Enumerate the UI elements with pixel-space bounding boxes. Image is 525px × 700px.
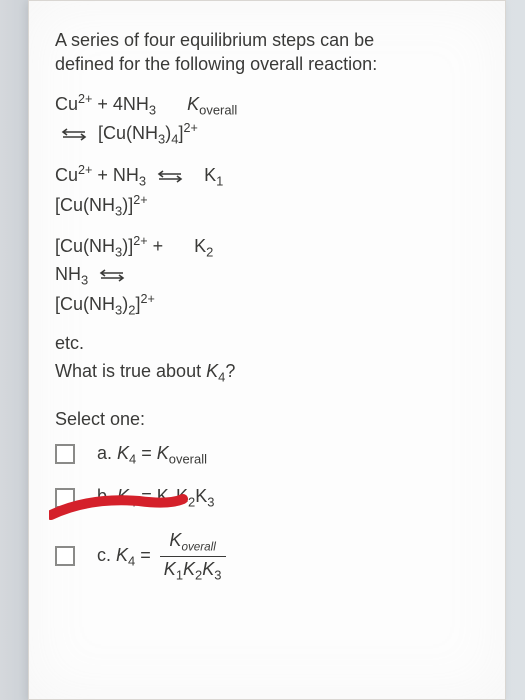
step2-k-label: K2 (194, 235, 213, 261)
checkbox-a[interactable] (55, 444, 75, 464)
option-c-fraction: Koverall K1K2K3 (160, 529, 226, 584)
intro-line-1: A series of four equilibrium steps can b… (55, 29, 479, 53)
option-c[interactable]: c. K4 = Koverall K1K2K3 (55, 529, 479, 584)
reaction-overall: Cu2+ + 4NH3 Koverall [Cu(NH3)4]2+ (55, 91, 479, 148)
intro-text: A series of four equilibrium steps can b… (55, 29, 479, 77)
intro-line-2: defined for the following overall reacti… (55, 53, 479, 77)
reaction-step-2: [Cu(NH3)]2+ + K2 NH3 [Cu(NH3)2]2+ (55, 233, 479, 318)
step2-lhs-line1: [Cu(NH3)]2+ + (55, 236, 163, 256)
question-k: K (206, 361, 218, 381)
overall-lhs: Cu2+ + 4NH3 (55, 94, 156, 114)
question-text: What is true about K4? (55, 360, 479, 386)
select-one-label: Select one: (55, 408, 479, 432)
question-prefix: What is true about (55, 361, 206, 381)
option-b-text: b. K4 = K1K2K3 (97, 485, 214, 511)
question-card: A series of four equilibrium steps can b… (28, 0, 506, 700)
question-suffix: ? (225, 361, 235, 381)
step1-lhs: Cu2+ + NH3 (55, 165, 146, 185)
step1-k-label: K1 (204, 164, 223, 190)
option-b[interactable]: b. K4 = K1K2K3 (55, 485, 479, 511)
checkbox-b[interactable] (55, 488, 75, 508)
step1-rhs: [Cu(NH3)]2+ (55, 195, 148, 215)
etc-text: etc. (55, 332, 479, 356)
option-a-text: a. K4 = Koverall (97, 442, 207, 468)
step2-lhs-line2: NH3 (55, 264, 88, 284)
equilibrium-arrow-icon (97, 267, 127, 283)
equilibrium-arrow-icon (59, 126, 89, 142)
option-a[interactable]: a. K4 = Koverall (55, 442, 479, 468)
checkbox-c[interactable] (55, 546, 75, 566)
overall-k-label: Koverall (187, 93, 237, 119)
reaction-step-1: Cu2+ + NH3 K1 [Cu(NH3)]2+ (55, 162, 479, 219)
equilibrium-arrow-icon (155, 168, 185, 184)
step2-rhs: [Cu(NH3)2]2+ (55, 294, 155, 314)
option-c-text: c. K4 = Koverall K1K2K3 (97, 529, 226, 584)
overall-rhs: [Cu(NH3)4]2+ (98, 123, 198, 143)
